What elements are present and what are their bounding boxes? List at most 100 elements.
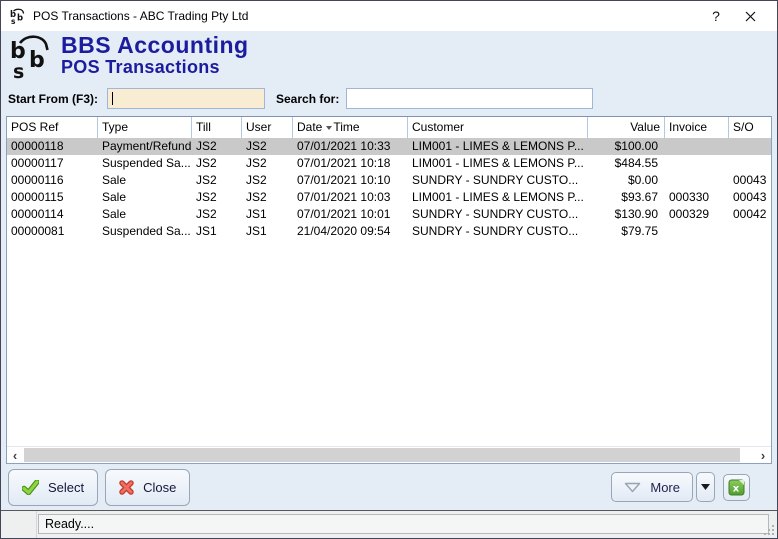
column-header-till[interactable]: Till bbox=[192, 117, 242, 138]
table-body: 00000118Payment/RefundJS2JS207/01/2021 1… bbox=[7, 138, 772, 240]
cell-so bbox=[729, 155, 772, 172]
cell-value: $0.00 bbox=[588, 172, 665, 189]
cell-user: JS2 bbox=[242, 138, 293, 155]
cell-value: $79.75 bbox=[588, 223, 665, 240]
cell-date_time: 07/01/2021 10:33 bbox=[293, 138, 408, 155]
start-from-input[interactable] bbox=[107, 88, 265, 109]
button-row: Select Close More bbox=[6, 464, 772, 510]
column-header-customer[interactable]: Customer bbox=[408, 117, 588, 138]
text-caret bbox=[112, 92, 113, 105]
select-button[interactable]: Select bbox=[8, 469, 98, 506]
column-header-value[interactable]: Value bbox=[588, 117, 665, 138]
cell-customer: SUNDRY - SUNDRY CUSTO... bbox=[408, 223, 588, 240]
cell-customer: LIM001 - LIMES & LEMONS P... bbox=[408, 189, 588, 206]
cell-till: JS2 bbox=[192, 155, 242, 172]
cell-type: Payment/Refund bbox=[98, 138, 192, 155]
cell-date_time: 21/04/2020 09:54 bbox=[293, 223, 408, 240]
column-header-invoice[interactable]: Invoice bbox=[665, 117, 729, 138]
cell-type: Sale bbox=[98, 172, 192, 189]
resize-grip[interactable] bbox=[763, 524, 775, 536]
search-for-input[interactable] bbox=[346, 88, 593, 109]
cell-till: JS2 bbox=[192, 138, 242, 155]
cell-user: JS1 bbox=[242, 223, 293, 240]
cell-pos_ref: 00000114 bbox=[7, 206, 98, 223]
export-excel-button[interactable]: x bbox=[723, 474, 750, 501]
cell-type: Suspended Sa... bbox=[98, 155, 192, 172]
close-icon bbox=[745, 11, 756, 22]
scroll-left-icon: ‹ bbox=[13, 448, 17, 463]
more-triangle-icon bbox=[624, 482, 641, 493]
close-button-label: Close bbox=[143, 480, 176, 495]
cell-customer: LIM001 - LIMES & LEMONS P... bbox=[408, 138, 588, 155]
app-logo-icon: b b s bbox=[9, 8, 26, 25]
cell-so: 00043 bbox=[729, 172, 772, 189]
cell-value: $93.67 bbox=[588, 189, 665, 206]
grid-empty-area bbox=[7, 240, 772, 446]
column-header-date_time[interactable]: DateTime bbox=[293, 117, 408, 138]
column-header-type[interactable]: Type bbox=[98, 117, 192, 138]
cell-type: Suspended Sa... bbox=[98, 223, 192, 240]
status-message: Ready.... bbox=[38, 514, 769, 534]
cell-so bbox=[729, 223, 772, 240]
cell-user: JS1 bbox=[242, 206, 293, 223]
cell-customer: LIM001 - LIMES & LEMONS P... bbox=[408, 155, 588, 172]
svg-text:s: s bbox=[11, 17, 16, 25]
cell-value: $100.00 bbox=[588, 138, 665, 155]
table-header: POS RefTypeTillUserDateTimeCustomerValue… bbox=[7, 117, 772, 138]
svg-text:b: b bbox=[17, 13, 23, 23]
search-row: Start From (F3): Search for: bbox=[8, 88, 772, 109]
cell-till: JS2 bbox=[192, 189, 242, 206]
more-button[interactable]: More bbox=[611, 472, 693, 502]
cell-value: $484.55 bbox=[588, 155, 665, 172]
scrollbar-thumb[interactable] bbox=[24, 448, 740, 462]
cell-pos_ref: 00000115 bbox=[7, 189, 98, 206]
check-icon bbox=[22, 480, 39, 495]
horizontal-scrollbar[interactable]: ‹ › bbox=[7, 446, 771, 463]
scroll-left-button[interactable]: ‹ bbox=[7, 447, 23, 463]
app-name: BBS Accounting bbox=[61, 34, 249, 57]
column-header-pos_ref[interactable]: POS Ref bbox=[7, 117, 98, 138]
table-row[interactable]: 00000114SaleJS2JS107/01/2021 10:01SUNDRY… bbox=[7, 206, 772, 223]
column-header-user[interactable]: User bbox=[242, 117, 293, 138]
help-icon: ? bbox=[712, 8, 720, 24]
excel-icon: x bbox=[727, 478, 746, 497]
cell-pos_ref: 00000118 bbox=[7, 138, 98, 155]
scroll-right-button[interactable]: › bbox=[755, 447, 771, 463]
cell-invoice: 000330 bbox=[665, 189, 729, 206]
column-header-so[interactable]: S/O bbox=[729, 117, 772, 138]
cell-type: Sale bbox=[98, 206, 192, 223]
svg-text:s: s bbox=[13, 61, 24, 81]
close-button[interactable]: Close bbox=[105, 469, 190, 506]
close-window-button[interactable] bbox=[733, 1, 767, 31]
brand-text: BBS Accounting POS Transactions bbox=[61, 34, 249, 76]
table-row[interactable]: 00000081Suspended Sa...JS1JS121/04/2020 … bbox=[7, 223, 772, 240]
cell-user: JS2 bbox=[242, 172, 293, 189]
search-for-label: Search for: bbox=[276, 92, 339, 106]
more-button-label: More bbox=[650, 480, 680, 495]
table-row[interactable]: 00000118Payment/RefundJS2JS207/01/2021 1… bbox=[7, 138, 772, 155]
cell-date_time: 07/01/2021 10:18 bbox=[293, 155, 408, 172]
grid-inner: POS RefTypeTillUserDateTimeCustomerValue… bbox=[7, 117, 772, 446]
more-dropdown-button[interactable] bbox=[696, 472, 715, 502]
cell-pos_ref: 00000116 bbox=[7, 172, 98, 189]
cell-till: JS1 bbox=[192, 223, 242, 240]
pos-transactions-window: b b s POS Transactions - ABC Trading Pty… bbox=[0, 0, 778, 539]
table-row[interactable]: 00000116SaleJS2JS207/01/2021 10:10SUNDRY… bbox=[7, 172, 772, 189]
select-button-label: Select bbox=[48, 480, 84, 495]
cell-date_time: 07/01/2021 10:01 bbox=[293, 206, 408, 223]
cell-so: 00042 bbox=[729, 206, 772, 223]
dropdown-arrow-icon bbox=[701, 484, 710, 490]
bbs-logo-icon: b b s bbox=[8, 35, 55, 86]
window-title: POS Transactions - ABC Trading Pty Ltd bbox=[33, 9, 248, 23]
cross-icon bbox=[119, 480, 134, 495]
status-bar: Ready.... bbox=[1, 510, 777, 538]
cell-pos_ref: 00000081 bbox=[7, 223, 98, 240]
table-row[interactable]: 00000117Suspended Sa...JS2JS207/01/2021 … bbox=[7, 155, 772, 172]
cell-so bbox=[729, 138, 772, 155]
table-row[interactable]: 00000115SaleJS2JS207/01/2021 10:03LIM001… bbox=[7, 189, 772, 206]
help-button[interactable]: ? bbox=[699, 1, 733, 31]
start-from-label: Start From (F3): bbox=[8, 92, 98, 106]
cell-so: 00043 bbox=[729, 189, 772, 206]
cell-date_time: 07/01/2021 10:03 bbox=[293, 189, 408, 206]
cell-user: JS2 bbox=[242, 155, 293, 172]
